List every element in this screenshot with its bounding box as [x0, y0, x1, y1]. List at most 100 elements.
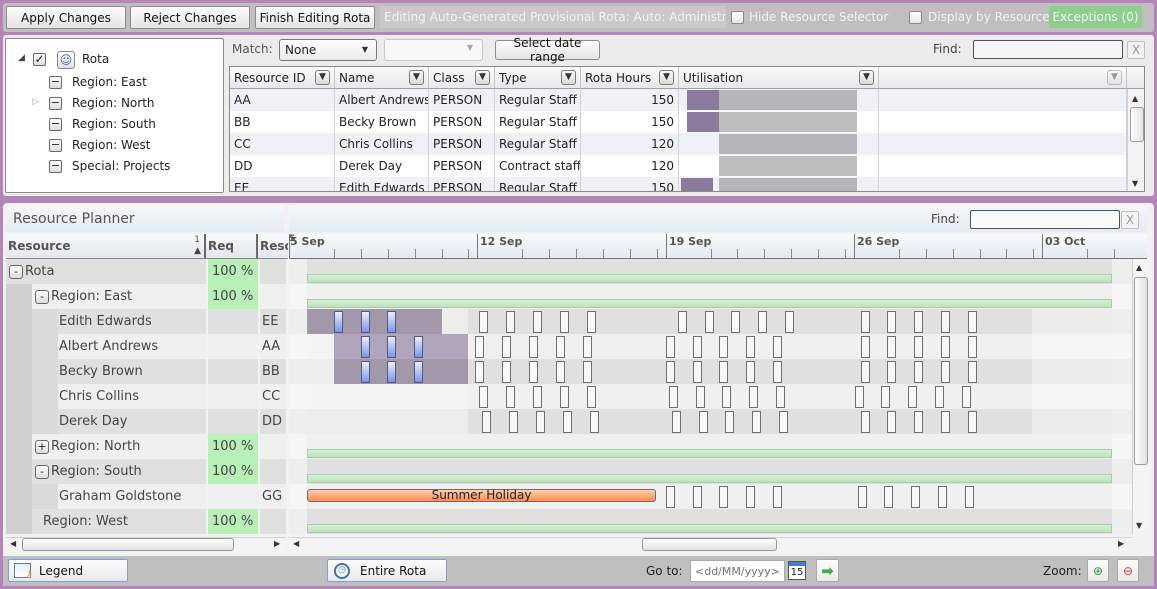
open-shift[interactable]	[908, 386, 917, 408]
open-shift[interactable]	[482, 411, 491, 433]
assigned-shift[interactable]	[387, 336, 396, 358]
entire-rota-button[interactable]: ◷ Entire Rota	[327, 559, 447, 582]
summer-holiday-bar[interactable]: Summer Holiday	[307, 489, 656, 502]
open-shift[interactable]	[887, 336, 896, 358]
open-shift[interactable]	[881, 386, 890, 408]
open-shift[interactable]	[678, 311, 687, 333]
open-shift[interactable]	[705, 311, 714, 333]
planner-row[interactable]: - Region: South 100 %	[6, 459, 286, 484]
planner-vertical-scrollbar[interactable]: ▲ ▼	[1132, 259, 1148, 534]
filter-icon[interactable]: ▼	[859, 70, 874, 85]
open-shift[interactable]	[583, 361, 592, 383]
assigned-shift[interactable]	[414, 336, 423, 358]
open-shift[interactable]	[533, 311, 542, 333]
column-header-extra[interactable]: ▼	[879, 67, 1127, 89]
column-header-req[interactable]: Req	[206, 234, 258, 259]
open-shift[interactable]	[941, 361, 950, 383]
requirement-bar[interactable]	[307, 274, 1112, 283]
tree-item-special-projects[interactable]: Special: Projects	[72, 159, 170, 173]
open-shift[interactable]	[785, 311, 794, 333]
column-header-rota-hours[interactable]: Rota Hours ▼	[581, 67, 679, 89]
open-shift[interactable]	[693, 336, 702, 358]
exceptions-button[interactable]: Exceptions (0)	[1049, 6, 1142, 28]
open-shift[interactable]	[861, 361, 870, 383]
open-shift[interactable]	[911, 486, 920, 508]
open-shift[interactable]	[749, 386, 758, 408]
open-shift[interactable]	[479, 311, 488, 333]
collapse-button[interactable]: -	[9, 264, 23, 279]
scroll-thumb[interactable]	[642, 538, 777, 551]
gantt-horizontal-scrollbar[interactable]: ◀ ▶	[289, 537, 1132, 551]
open-shift[interactable]	[855, 386, 864, 408]
open-shift[interactable]	[666, 336, 675, 358]
open-shift[interactable]	[587, 311, 596, 333]
open-shift[interactable]	[962, 386, 971, 408]
column-header-name[interactable]: Name ▼	[335, 67, 429, 89]
open-shift[interactable]	[502, 336, 511, 358]
open-shift[interactable]	[938, 486, 947, 508]
table-row[interactable]: EE Edith Edwards PERSON Regular Staff 150	[230, 177, 1128, 191]
requirement-bar[interactable]	[307, 299, 1112, 308]
open-shift[interactable]	[672, 411, 681, 433]
collapse-button[interactable]: -	[35, 464, 49, 479]
open-shift[interactable]	[887, 311, 896, 333]
open-shift[interactable]	[914, 311, 923, 333]
expand-arrow-icon[interactable]: ▷	[32, 97, 39, 107]
open-shift[interactable]	[758, 311, 767, 333]
scroll-left-icon[interactable]: ◀	[10, 539, 16, 548]
open-shift[interactable]	[560, 311, 569, 333]
open-shift[interactable]	[693, 486, 702, 508]
special-projects-toggle[interactable]: −	[49, 160, 62, 173]
scroll-down-icon[interactable]: ▼	[1136, 521, 1142, 530]
open-shift[interactable]	[968, 311, 977, 333]
region-west-toggle[interactable]: −	[49, 139, 62, 152]
grid-vertical-scrollbar[interactable]: ▲ ▼	[1127, 89, 1144, 191]
open-shift[interactable]	[506, 386, 515, 408]
filter-icon[interactable]: ▼	[1107, 70, 1122, 85]
open-shift[interactable]	[858, 486, 867, 508]
assigned-shift[interactable]	[361, 361, 370, 383]
open-shift[interactable]	[968, 361, 977, 383]
region-south-toggle[interactable]: −	[49, 118, 62, 131]
open-shift[interactable]	[506, 311, 515, 333]
open-shift[interactable]	[475, 336, 484, 358]
region-north-toggle[interactable]: −	[49, 97, 62, 110]
collapse-arrow-icon[interactable]: ◢	[18, 53, 25, 63]
tree-item-region-east[interactable]: Region: East	[72, 75, 147, 89]
open-shift[interactable]	[941, 311, 950, 333]
goto-arrow-button[interactable]: ➡	[816, 559, 839, 582]
open-shift[interactable]	[779, 411, 788, 433]
assigned-shift[interactable]	[361, 336, 370, 358]
planner-find-input[interactable]	[970, 210, 1120, 229]
open-shift[interactable]	[941, 336, 950, 358]
scroll-up-icon[interactable]: ▲	[1132, 94, 1138, 103]
reject-changes-button[interactable]: Reject Changes	[130, 6, 250, 29]
planner-row[interactable]: Becky Brown BB	[6, 359, 286, 384]
open-shift[interactable]	[696, 386, 705, 408]
open-shift[interactable]	[746, 486, 755, 508]
open-shift[interactable]	[693, 361, 702, 383]
filter-icon[interactable]: ▼	[659, 70, 674, 85]
open-shift[interactable]	[776, 386, 785, 408]
secondary-dropdown[interactable]: ▼	[384, 39, 483, 61]
open-shift[interactable]	[861, 311, 870, 333]
open-shift[interactable]	[965, 486, 974, 508]
open-shift[interactable]	[968, 411, 977, 433]
planner-row[interactable]: Derek Day DD	[6, 409, 286, 434]
table-row[interactable]: DD Derek Day PERSON Contract staff 120	[230, 155, 1128, 177]
planner-row[interactable]: Graham Goldstone GG	[6, 484, 286, 509]
open-shift[interactable]	[699, 411, 708, 433]
region-east-toggle[interactable]: −	[49, 76, 62, 89]
hide-resource-selector-checkbox[interactable]	[731, 11, 744, 24]
open-shift[interactable]	[719, 336, 728, 358]
open-shift[interactable]	[666, 361, 675, 383]
column-header-resource[interactable]: Resource 1 ▲	[6, 234, 206, 259]
filter-icon[interactable]: ▼	[409, 70, 424, 85]
open-shift[interactable]	[861, 411, 870, 433]
open-shift[interactable]	[533, 386, 542, 408]
requirement-bar[interactable]	[307, 524, 1112, 533]
assigned-shift[interactable]	[361, 311, 370, 333]
tree-item-region-south[interactable]: Region: South	[72, 117, 156, 131]
open-shift[interactable]	[887, 411, 896, 433]
open-shift[interactable]	[914, 411, 923, 433]
